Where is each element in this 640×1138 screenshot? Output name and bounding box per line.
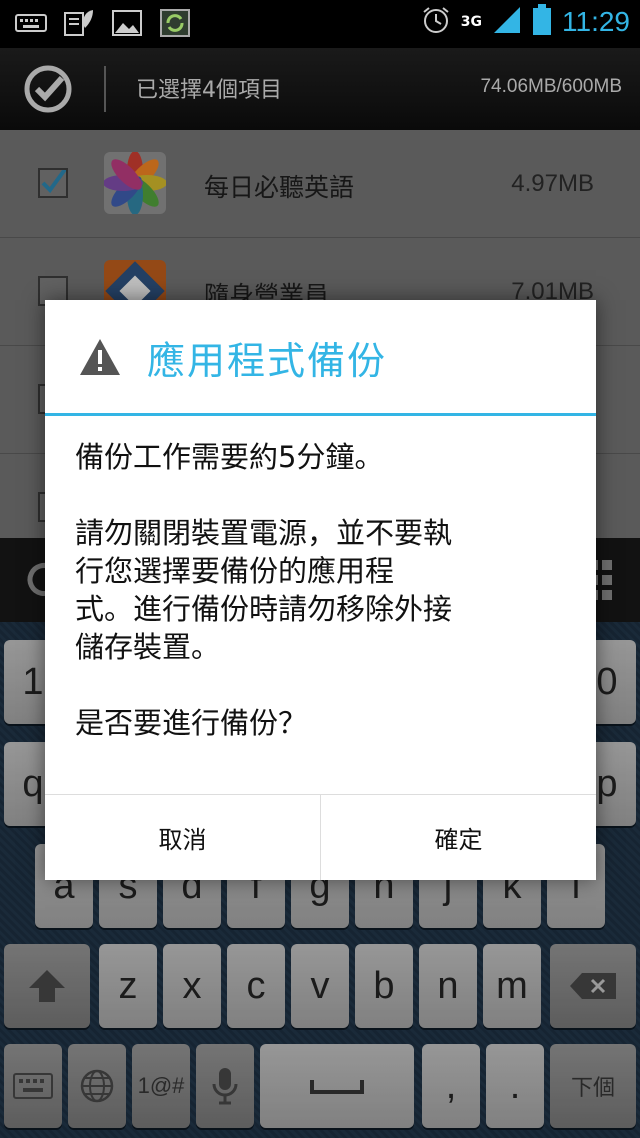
- confirm-button[interactable]: 確定: [320, 795, 596, 880]
- dialog-header: 應用程式備份: [45, 300, 596, 416]
- done-check-icon[interactable]: [22, 63, 74, 115]
- image-icon: [110, 8, 144, 38]
- cancel-button[interactable]: 取消: [45, 795, 320, 880]
- storage-usage: 74.06MB/600MB: [480, 76, 622, 97]
- dialog-message: 備份工作需要約5分鐘。 請勿關閉裝置電源，並不要執 行您選擇要備份的應用程 式。…: [75, 438, 565, 742]
- sync-icon: [158, 8, 192, 38]
- keyboard-icon: [14, 8, 48, 38]
- dialog-buttons: 取消 確定: [45, 794, 596, 880]
- message-duration: 備份工作需要約5分鐘。: [75, 440, 384, 474]
- network-type: 3G: [460, 14, 482, 30]
- warning-icon: [79, 338, 121, 376]
- clock: 11:29: [562, 6, 630, 37]
- selection-count-title: 已選擇4個項目: [136, 78, 282, 103]
- backup-dialog: 應用程式備份 備份工作需要約5分鐘。 請勿關閉裝置電源，並不要執 行您選擇要備份…: [45, 300, 596, 880]
- message-question: 是否要進行備份？: [75, 706, 308, 740]
- action-bar-divider: [104, 66, 106, 112]
- battery-icon: [532, 4, 552, 40]
- signal-icon: [492, 5, 522, 39]
- status-bar: 3G 11:29: [0, 0, 640, 48]
- action-bar: 已選擇4個項目 74.06MB/600MB: [0, 48, 640, 130]
- alarm-icon: [421, 5, 451, 39]
- message-warning: 請勿關閉裝置電源，並不要執 行您選擇要備份的應用程 式。進行備份時請勿移除外接 …: [75, 516, 453, 664]
- dialog-title: 應用程式備份: [147, 339, 388, 383]
- clipboard-leaf-icon: [62, 8, 96, 38]
